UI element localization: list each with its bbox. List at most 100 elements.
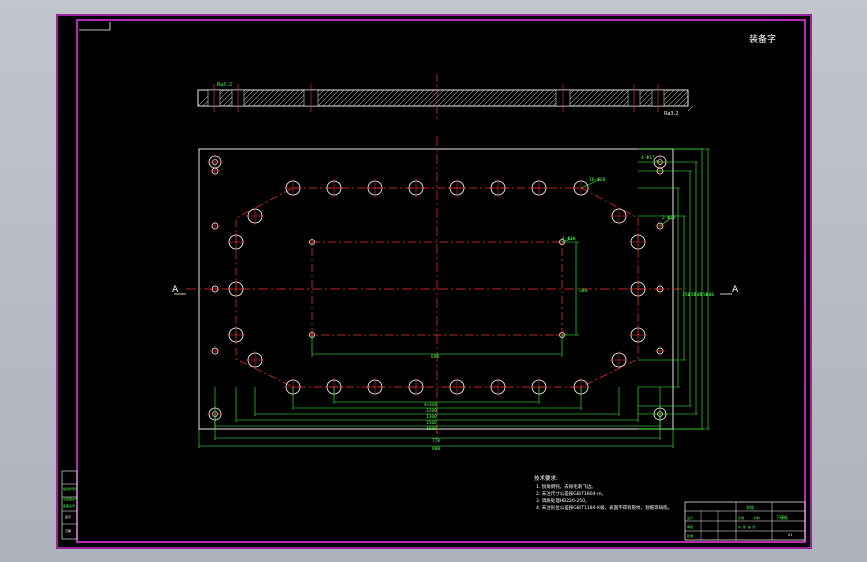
hatch-line bbox=[667, 89, 685, 107]
hatch-line bbox=[567, 89, 585, 107]
hatch-line bbox=[247, 89, 265, 107]
hatch-line bbox=[442, 89, 460, 107]
hatch-line bbox=[472, 89, 490, 107]
hatch-line bbox=[492, 89, 510, 107]
hatch-line bbox=[477, 89, 495, 107]
hatch-line bbox=[372, 89, 390, 107]
cad-viewport[interactable]: 装备字 Ra3.2 Ra3.2 A A 4-Φ17 16-Φ28 4-Φ10 2… bbox=[0, 0, 867, 562]
left-block-row-1: 借用件登记 bbox=[63, 486, 78, 491]
notes-title: 技术要求: bbox=[534, 474, 558, 482]
dim-inner-height: 280 bbox=[579, 288, 587, 294]
hatch-line bbox=[487, 89, 505, 107]
hatch-line bbox=[402, 89, 420, 107]
hatch-line bbox=[457, 89, 475, 107]
callout-hole-outer: 4-Φ17 bbox=[641, 155, 655, 161]
technical-notes: 技术要求: 1. 锐角倒钝，去除毛刺飞边。 2. 未注尺寸公差按GB/T1804… bbox=[534, 474, 672, 511]
callout-hole-ring: 16-Φ28 bbox=[589, 177, 606, 183]
hatch-line bbox=[682, 100, 689, 107]
drawing-sheet: 装备字 Ra3.2 Ra3.2 A A 4-Φ17 16-Φ28 4-Φ10 2… bbox=[56, 14, 812, 549]
section-view: Ra3.2 Ra3.2 bbox=[197, 74, 694, 120]
hatch-line bbox=[272, 89, 290, 107]
hatch-line bbox=[467, 89, 485, 107]
hatch-line bbox=[612, 89, 630, 107]
hatch-line bbox=[432, 89, 450, 107]
hatch-line bbox=[572, 89, 590, 107]
tb-checked-label: 审核 bbox=[687, 524, 693, 529]
hatch-line bbox=[517, 89, 535, 107]
hatch-line bbox=[522, 89, 540, 107]
hatch-line bbox=[367, 89, 385, 107]
hatch-line bbox=[397, 89, 415, 107]
dim-right-5: 600 bbox=[706, 292, 714, 298]
hatch-line bbox=[287, 89, 305, 107]
hatch-line bbox=[257, 89, 275, 107]
tb-sheet-label: 共 张 第 张 bbox=[738, 524, 755, 529]
hatch-line bbox=[342, 89, 360, 107]
tb-material-label: 材料 bbox=[754, 515, 760, 520]
notes-item-1: 1. 锐角倒钝，去除毛刺飞边。 bbox=[536, 483, 596, 490]
tb-company: 学校 bbox=[746, 504, 754, 510]
title-block: 学校 下模板 比例 材料 共 张 第 张 设计 审核 批准 01 bbox=[684, 501, 806, 541]
hatch-line bbox=[607, 89, 625, 107]
dim-bottom-1: 4×100 bbox=[424, 402, 438, 408]
notes-item-3: 3. 调质处理HB220-250。 bbox=[536, 497, 590, 504]
hatch-line bbox=[577, 89, 595, 107]
hatch-line bbox=[252, 89, 270, 107]
hatch-line bbox=[422, 89, 440, 107]
hatch-line bbox=[512, 89, 530, 107]
hatch-line bbox=[357, 89, 375, 107]
hatch-line bbox=[322, 89, 340, 107]
callout-hole-inner: 4-Φ10 bbox=[562, 236, 576, 242]
hatch-line bbox=[537, 89, 555, 107]
dim-bottom-3: 1300 bbox=[426, 414, 437, 420]
hatch-line bbox=[687, 105, 694, 112]
hatch-line bbox=[407, 89, 425, 107]
hatch-line bbox=[482, 89, 500, 107]
hatch-line bbox=[497, 89, 515, 107]
callout-side-holes: 2-Φ17 bbox=[662, 215, 676, 221]
hatch-line bbox=[637, 89, 655, 107]
dim-inner-width: 690 bbox=[431, 354, 439, 360]
hatch-line bbox=[337, 89, 355, 107]
dim-bottom-2: 1200 bbox=[426, 408, 437, 414]
hatch-line bbox=[412, 89, 430, 107]
section-side-label: Ra3.2 bbox=[664, 111, 678, 117]
hatch-line bbox=[327, 89, 345, 107]
left-block-row-3: 底图总号 bbox=[63, 503, 75, 508]
tb-drawing-no: 01 bbox=[788, 533, 792, 537]
hatch-line bbox=[282, 89, 300, 107]
tb-drawing-name: 下模板 bbox=[776, 514, 788, 520]
corner-mark: 装备字 bbox=[749, 33, 776, 45]
hatch-line bbox=[597, 89, 615, 107]
hatch-line bbox=[347, 89, 365, 107]
hatch-line bbox=[677, 95, 689, 107]
dim-overall-1: 770 bbox=[432, 438, 440, 444]
hatch-line bbox=[427, 89, 445, 107]
hatch-line bbox=[217, 89, 235, 107]
hatch-line bbox=[382, 89, 400, 107]
hatch-line bbox=[587, 89, 605, 107]
hatch-line bbox=[242, 89, 260, 107]
hatch-line bbox=[602, 89, 620, 107]
tb-scale-label: 比例 bbox=[738, 515, 744, 520]
section-top-label: Ra3.2 bbox=[217, 82, 232, 88]
hatch-line bbox=[532, 89, 550, 107]
hatch-line bbox=[417, 89, 435, 107]
hatch-line bbox=[387, 89, 405, 107]
tb-drawn-label: 设计 bbox=[687, 515, 693, 520]
hatch-line bbox=[392, 89, 410, 107]
hatch-line bbox=[267, 89, 285, 107]
plan-view: A A 4-Φ17 16-Φ28 4-Φ10 2-Φ17 690 280 4×1… bbox=[172, 136, 739, 452]
hatch-line bbox=[462, 89, 480, 107]
hatch-line bbox=[502, 89, 520, 107]
hatch-line bbox=[377, 89, 395, 107]
drawing-canvas: 装备字 Ra3.2 Ra3.2 A A 4-Φ17 16-Φ28 4-Φ10 2… bbox=[56, 14, 812, 549]
dim-bottom-5: 1600 bbox=[426, 426, 437, 432]
hatch-line bbox=[352, 89, 370, 107]
tb-approved-label: 批准 bbox=[687, 533, 693, 538]
notes-item-2: 2. 未注尺寸公差按GB/T1804-m。 bbox=[536, 490, 606, 497]
hatch-line bbox=[317, 89, 335, 107]
hatch-line bbox=[592, 89, 610, 107]
notes-item-4: 4. 未注形位公差按GB/T1184-K级，表面不得有裂纹、划痕等缺陷。 bbox=[536, 504, 672, 511]
hatch-line bbox=[262, 89, 280, 107]
